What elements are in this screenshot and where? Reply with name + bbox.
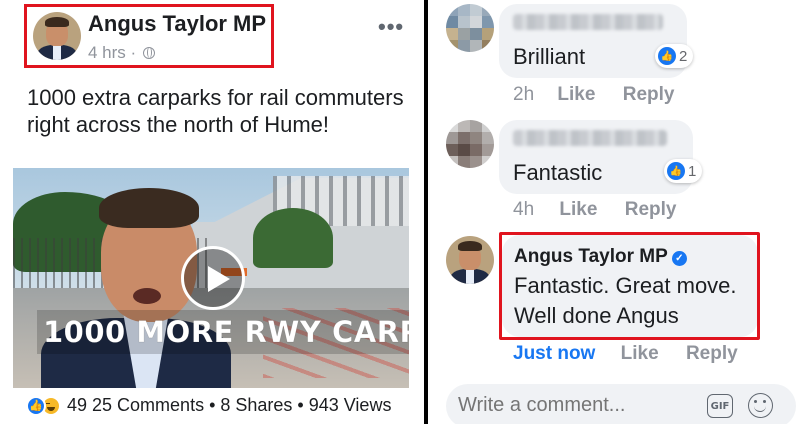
more-options-icon[interactable]: •••	[378, 14, 404, 40]
blurred-name	[513, 14, 663, 30]
comment-actions: 4h Like Reply	[513, 199, 676, 221]
comment-reactions[interactable]: 👍 1	[664, 159, 703, 183]
comment-time[interactable]: Just now	[513, 343, 595, 365]
comment-text: Fantastic	[513, 160, 603, 185]
emoji-icon[interactable]	[748, 393, 773, 418]
commenter-avatar-2[interactable]	[446, 120, 494, 168]
post-text: 1000 extra carparks for rail commuters r…	[27, 85, 404, 137]
commenter-avatar-1[interactable]	[446, 4, 494, 52]
gif-icon[interactable]: GIF	[707, 394, 733, 418]
like-button[interactable]: Like	[559, 199, 597, 221]
comment-actions: Just now Like Reply	[513, 343, 738, 365]
reply-button[interactable]: Reply	[686, 343, 738, 365]
reply-author-avatar[interactable]	[446, 236, 494, 284]
comment-time[interactable]: 2h	[513, 84, 534, 106]
like-reaction-icon: 👍	[26, 395, 46, 416]
comment-time[interactable]: 4h	[513, 199, 534, 221]
post-stats-row[interactable]: 👍 49 25 Comments • 8 Shares • 943 Views	[26, 395, 391, 416]
comment-input[interactable]	[458, 394, 688, 417]
post-stats: 49 25 Comments • 8 Shares • 943 Views	[67, 395, 392, 415]
comment-text: Brilliant	[513, 44, 586, 69]
reply-button[interactable]: Reply	[623, 84, 675, 106]
video-player[interactable]: 1000 MORE RWY CARPARKS	[13, 168, 409, 388]
like-button[interactable]: Like	[557, 84, 595, 106]
comment-bubble-1: Brilliant	[499, 4, 687, 78]
comment-actions: 2h Like Reply	[513, 84, 674, 106]
reply-button[interactable]: Reply	[625, 199, 677, 221]
highlight-box-author	[24, 4, 274, 68]
comment-reactions[interactable]: 👍 2	[655, 44, 694, 68]
like-button[interactable]: Like	[621, 343, 659, 365]
play-icon[interactable]	[181, 246, 245, 310]
blurred-name	[513, 130, 667, 146]
like-icon: 👍	[658, 47, 676, 65]
like-icon: 👍	[667, 162, 685, 180]
comment-composer: GIF	[446, 384, 796, 424]
highlight-box-reply	[499, 232, 760, 340]
post-panel: Angus Taylor MP 4 hrs · ••• 1000 extra c…	[0, 0, 424, 424]
video-caption: 1000 MORE RWY CARPARKS	[37, 310, 409, 354]
comment-bubble-2: Fantastic	[499, 120, 693, 194]
